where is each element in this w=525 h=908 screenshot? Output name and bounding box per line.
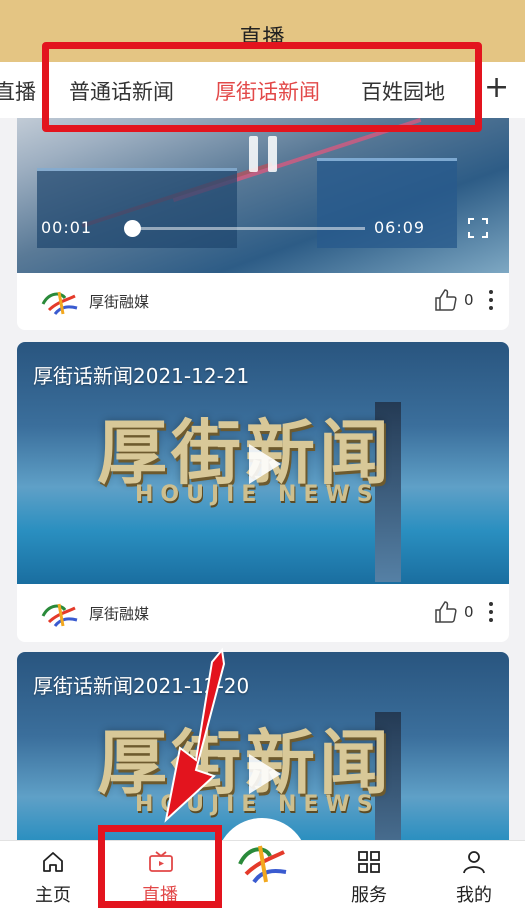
current-time: 00:01 [41,218,93,237]
nav-mine-label: 我的 [456,885,492,906]
grid-icon [358,851,380,873]
nav-mine[interactable]: 我的 [434,841,514,908]
progress-bar[interactable] [124,220,365,237]
nav-home-label: 主页 [35,885,71,906]
card-meta: 厚街融媒 0 [17,584,509,642]
fullscreen-icon[interactable] [468,218,488,238]
play-icon[interactable] [245,442,283,486]
like-count: 0 [464,291,474,309]
nav-services-label: 服务 [351,885,387,906]
pause-icon[interactable] [249,136,277,172]
plus-icon[interactable]: + [484,70,509,105]
play-icon[interactable] [245,752,283,796]
video-title: 厚街话新闻2021-12-21 [33,364,250,388]
home-icon [43,852,63,872]
more-options-icon[interactable] [489,290,493,312]
user-icon [463,851,485,874]
video-card[interactable]: 厚街话新闻2021-12-20 厚街新闻 HOUJIE NEWS [17,652,509,840]
like-count: 0 [464,603,474,621]
video-feed: 00:01 06:09 厚街融媒 0 厚街话新闻2021-12-21 厚街新闻 … [0,118,525,840]
video-title: 厚街话新闻2021-12-20 [33,674,250,698]
houjie-logo-icon [41,291,78,315]
thumbs-up-icon[interactable] [434,288,458,312]
nav-services[interactable]: 服务 [329,841,409,908]
center-logo-icon[interactable] [234,840,290,886]
annotation-frame-tabs [42,42,482,132]
video-thumbnail[interactable]: 厚街话新闻2021-12-21 厚街新闻 HOUJIE NEWS [17,342,509,584]
tab-live[interactable]: 直播 [0,76,36,106]
video-player[interactable]: 00:01 06:09 [17,118,509,273]
thumbs-up-icon[interactable] [434,600,458,624]
nav-home[interactable]: 主页 [13,841,93,908]
more-options-icon[interactable] [489,602,493,624]
source-name: 厚街融媒 [89,293,150,311]
video-thumbnail[interactable]: 厚街话新闻2021-12-20 厚街新闻 HOUJIE NEWS [17,652,509,840]
houjie-logo-icon [41,603,78,627]
annotation-frame-live-tab [98,825,222,908]
source-name: 厚街融媒 [89,605,150,623]
card-meta: 厚街融媒 0 [17,272,509,330]
duration: 06:09 [374,218,426,237]
video-card[interactable]: 厚街话新闻2021-12-21 厚街新闻 HOUJIE NEWS 厚街融媒 0 [17,342,509,642]
video-card: 00:01 06:09 厚街融媒 0 [17,118,509,330]
